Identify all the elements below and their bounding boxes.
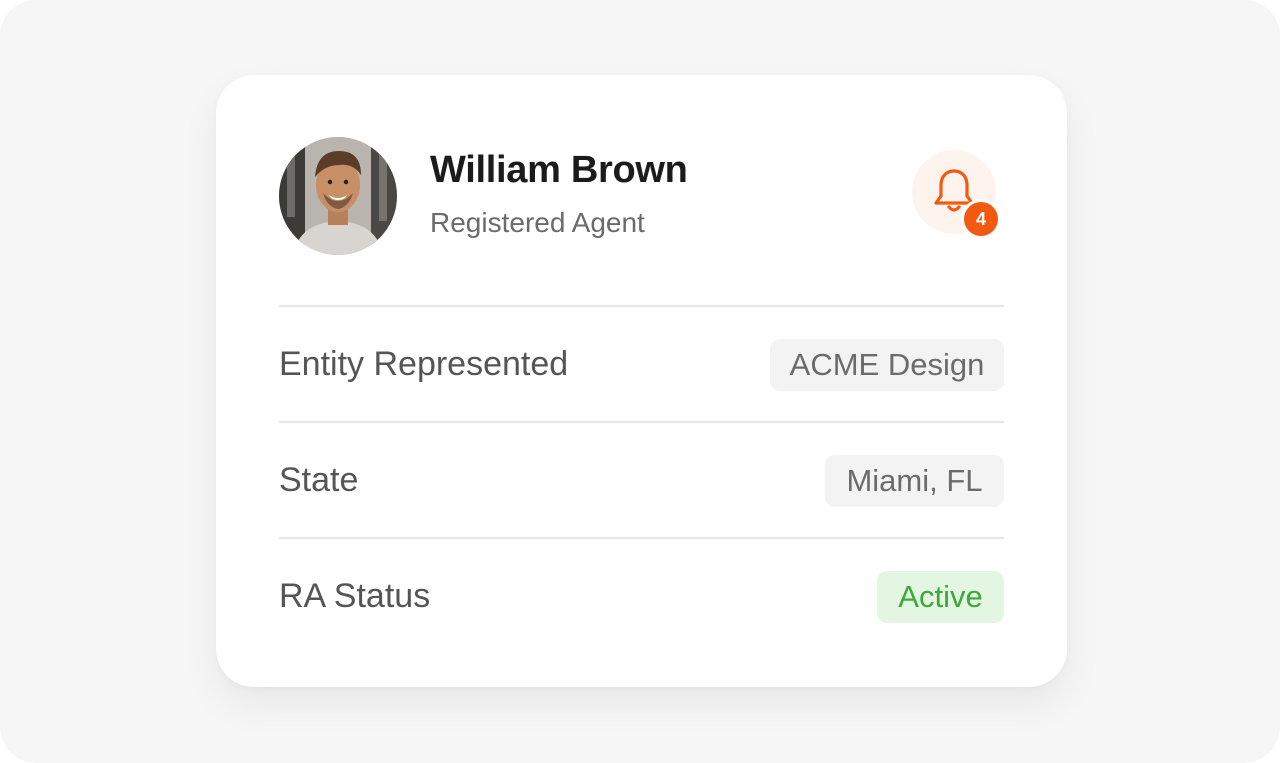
background-canvas: William Brown Registered Agent 4 Entity … [0,0,1280,763]
entity-represented-label: Entity Represented [279,345,569,383]
notifications-button[interactable]: 4 [912,150,998,236]
avatar [279,137,397,255]
state-label: State [279,461,359,499]
agent-name: William Brown [430,149,688,191]
divider [279,421,1004,423]
notification-count-badge: 4 [964,202,998,236]
ra-status-label: RA Status [279,577,431,615]
state-value: Miami, FL [825,455,1004,507]
agent-card: William Brown Registered Agent 4 Entity … [216,75,1067,687]
ra-status-badge: Active [877,571,1004,623]
agent-role: Registered Agent [430,207,645,238]
entity-represented-value: ACME Design [770,339,1004,391]
divider [279,305,1004,307]
divider [279,537,1004,539]
